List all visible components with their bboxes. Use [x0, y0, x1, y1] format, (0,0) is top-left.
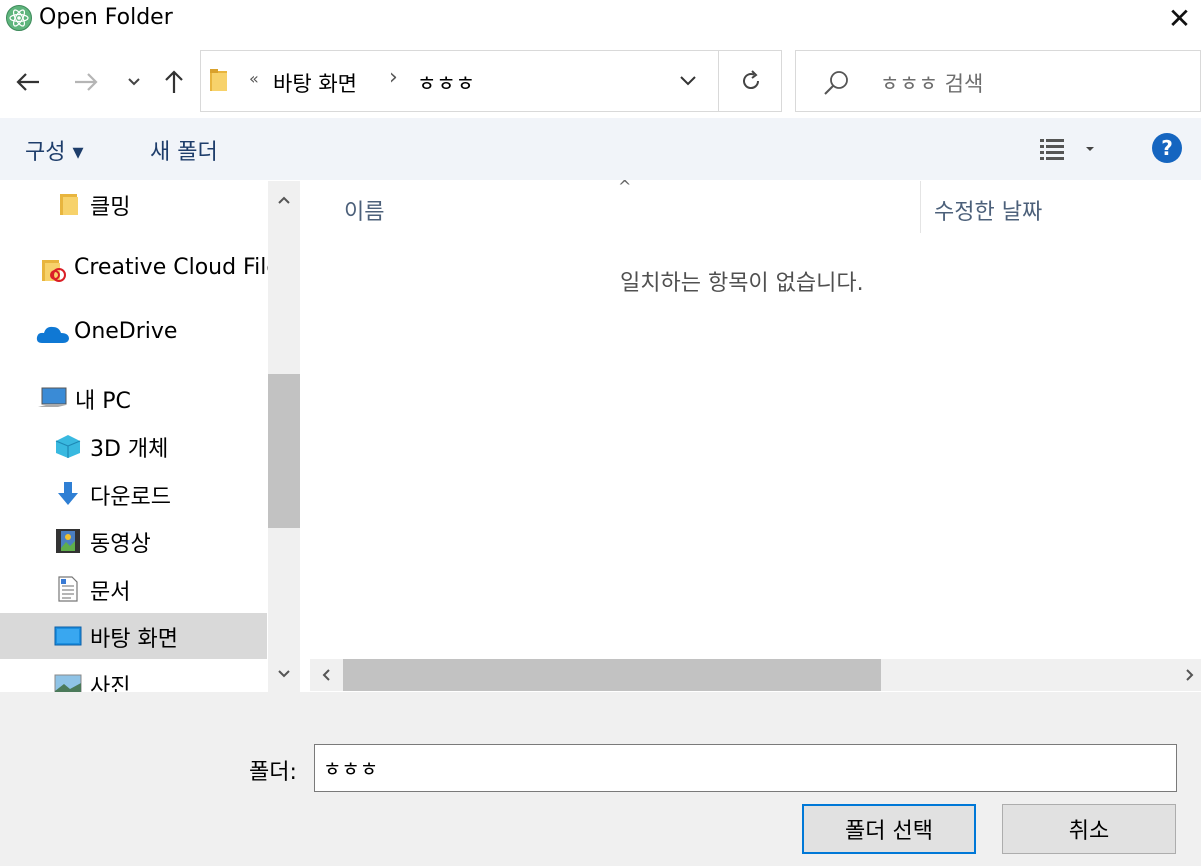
new-folder-button[interactable]: 새 폴더	[150, 134, 218, 166]
column-header-date-modified[interactable]: 수정한 날짜	[934, 194, 1042, 226]
view-options-button[interactable]	[1036, 135, 1100, 163]
3d-objects-icon	[55, 435, 81, 458]
up-button[interactable]	[156, 62, 192, 102]
search-placeholder: ㅎㅎㅎ 검색	[880, 72, 984, 96]
sidebar-item-label: 사진	[90, 675, 131, 692]
scroll-up-button[interactable]	[268, 185, 300, 215]
sidebar-item-documents[interactable]: 문서	[0, 566, 267, 612]
sidebar-item-label: 문서	[90, 580, 131, 605]
sidebar-item-this-pc[interactable]: 내 PC	[0, 375, 267, 421]
sidebar-item-videos[interactable]: 동영상	[0, 518, 267, 564]
computer-icon	[38, 387, 67, 407]
forward-button[interactable]	[68, 62, 104, 102]
refresh-button[interactable]	[718, 51, 782, 111]
sidebar-item-label: 다운로드	[90, 485, 171, 510]
breadcrumb-separator[interactable]: ›	[389, 65, 398, 90]
desktop-icon	[54, 626, 82, 646]
select-folder-button[interactable]: 폴더 선택	[802, 804, 976, 854]
open-folder-dialog: Open Folder ✕ « 바탕 화면 › ㅎㅎㅎ ㅎㅎㅎ 검색 구성 ▾ …	[0, 0, 1201, 866]
column-divider[interactable]	[920, 181, 921, 233]
recent-locations-button[interactable]	[116, 62, 152, 102]
breadcrumb-desktop[interactable]: 바탕 화면	[273, 68, 357, 98]
column-header-name[interactable]: 이름	[344, 194, 384, 226]
close-button[interactable]: ✕	[1158, 0, 1201, 36]
folder-icon	[60, 194, 78, 215]
horizontal-scroll-thumb[interactable]	[343, 659, 881, 691]
refresh-icon	[742, 70, 759, 90]
sidebar-item-label: 3D 개체	[90, 437, 169, 462]
sidebar-item-desktop[interactable]: 바탕 화면	[0, 613, 267, 659]
empty-folder-message: 일치하는 항목이 없습니다.	[620, 271, 864, 296]
sidebar-item-label: 클밍	[90, 195, 131, 220]
search-box[interactable]: ㅎㅎㅎ 검색	[795, 50, 1201, 112]
onedrive-cloud-icon	[36, 326, 69, 343]
sort-ascending-icon: ^	[618, 177, 632, 196]
folder-icon	[210, 69, 227, 91]
folder-name-label: 폴더:	[249, 760, 297, 785]
navigation-pane: 클밍 Creative Cloud Files OneDrive 내 PC 3D…	[0, 181, 300, 692]
sidebar-item-label: 내 PC	[75, 389, 131, 414]
sidebar-scroll-thumb[interactable]	[268, 374, 300, 528]
file-list-horizontal-scrollbar[interactable]	[310, 659, 1201, 691]
title-bar: Open Folder ✕	[0, 0, 1201, 36]
file-list-pane: ^ 이름 수정한 날짜 일치하는 항목이 없습니다.	[304, 177, 1201, 692]
help-button[interactable]: ?	[1152, 133, 1182, 163]
creative-cloud-folder-icon	[42, 260, 66, 282]
scroll-right-button[interactable]	[1178, 660, 1201, 690]
sidebar-item-label: OneDrive	[74, 319, 178, 344]
cancel-button[interactable]: 취소	[1002, 804, 1176, 854]
atom-app-icon	[6, 5, 32, 31]
sidebar-item-label: Creative Cloud Files	[74, 255, 292, 280]
search-icon	[824, 71, 848, 95]
sidebar-item-label: 동영상	[90, 532, 151, 557]
chevron-up-icon	[278, 196, 290, 204]
arrow-right-icon	[75, 73, 98, 91]
address-dropdown-button[interactable]	[673, 65, 703, 97]
back-button[interactable]	[10, 62, 46, 102]
arrow-up-icon	[165, 70, 183, 93]
chevron-down-icon	[128, 78, 140, 86]
document-icon	[58, 576, 78, 602]
breadcrumb-overflow[interactable]: «	[249, 69, 259, 88]
sidebar-item-pictures[interactable]: 사진	[0, 661, 267, 692]
sidebar-scrollbar[interactable]	[268, 181, 300, 692]
scroll-down-button[interactable]	[268, 659, 300, 689]
organize-menu-button[interactable]: 구성 ▾	[25, 134, 84, 166]
window-title: Open Folder	[39, 5, 173, 30]
sidebar-item-onedrive[interactable]: OneDrive	[0, 311, 267, 357]
chevron-down-icon	[680, 76, 696, 86]
arrow-left-icon	[16, 73, 39, 91]
details-view-icon	[1040, 139, 1094, 160]
video-icon	[56, 529, 80, 553]
chevron-down-icon	[278, 670, 290, 678]
sidebar-item-downloads[interactable]: 다운로드	[0, 471, 267, 517]
sidebar-item-3d-objects[interactable]: 3D 개체	[0, 423, 267, 469]
pictures-icon	[54, 674, 82, 692]
chevron-right-icon	[1185, 669, 1193, 681]
sidebar-item-label: 바탕 화면	[90, 627, 178, 652]
chevron-left-icon	[322, 669, 330, 681]
download-arrow-icon	[58, 482, 78, 505]
breadcrumb-current[interactable]: ㅎㅎㅎ	[417, 68, 475, 98]
sidebar-item-klming[interactable]: 클밍	[0, 181, 267, 227]
command-bar: 구성 ▾ 새 폴더 ?	[0, 118, 1201, 180]
folder-name-input[interactable]: ㅎㅎㅎ	[314, 744, 1177, 792]
bottom-panel: 폴더: ㅎㅎㅎ 폴더 선택 취소	[0, 692, 1201, 866]
address-bar[interactable]: « 바탕 화면 › ㅎㅎㅎ	[200, 50, 782, 112]
scroll-left-button[interactable]	[310, 660, 342, 690]
close-icon: ✕	[1167, 1, 1192, 35]
sidebar-item-creative-cloud-files[interactable]: Creative Cloud Files	[0, 247, 291, 293]
